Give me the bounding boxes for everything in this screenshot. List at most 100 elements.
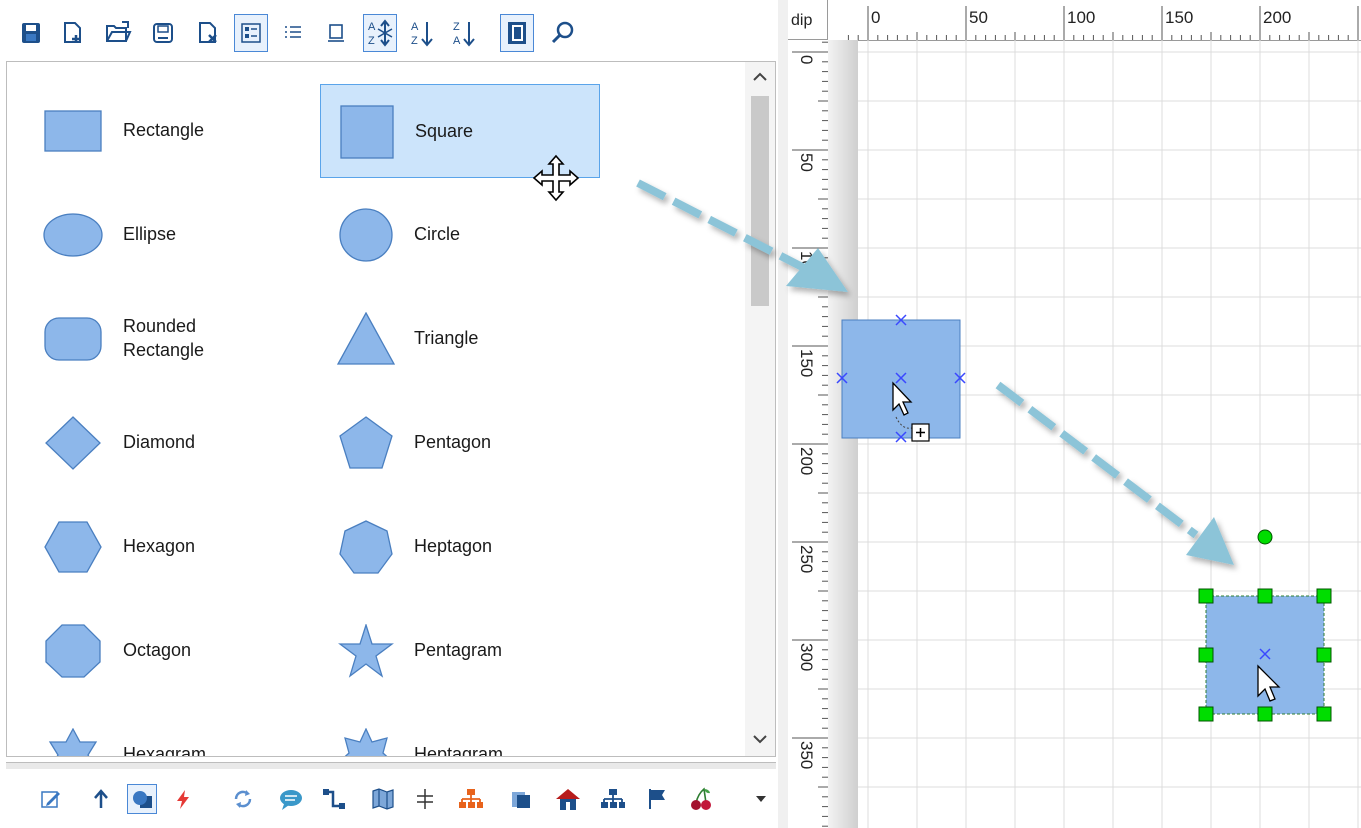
v-ruler-label: 250 bbox=[797, 545, 816, 574]
ruler-corner: dip bbox=[788, 0, 828, 40]
hierarchy-icon[interactable] bbox=[598, 784, 628, 814]
circle-shape-icon bbox=[334, 208, 394, 262]
v-ruler-label: 0 bbox=[797, 55, 816, 65]
rounded-rectangle-shape-icon bbox=[43, 312, 103, 366]
page-margin bbox=[828, 40, 858, 828]
panel-splitter[interactable] bbox=[778, 0, 788, 828]
v-ruler-label: 300 bbox=[797, 643, 816, 672]
svg-text:Z: Z bbox=[453, 21, 460, 33]
svg-text:Z: Z bbox=[411, 35, 418, 47]
vertical-ruler: 0 50 100 150 200 250 300 350 bbox=[788, 40, 829, 828]
lightning-icon[interactable] bbox=[168, 784, 198, 814]
icon-view-icon[interactable] bbox=[234, 14, 268, 52]
list-view-icon[interactable] bbox=[276, 14, 310, 52]
palette-frame: Rectangle Square Ellipse Circle Rounded Rect… bbox=[6, 61, 776, 757]
save-icon[interactable] bbox=[14, 14, 48, 52]
shape-item-triangle[interactable]: Triangle bbox=[320, 292, 600, 386]
shape-item-rectangle[interactable]: Rectangle bbox=[29, 84, 309, 178]
edit-icon[interactable] bbox=[36, 784, 66, 814]
shape-list: Rectangle Square Ellipse Circle Rounded Rect… bbox=[7, 62, 747, 756]
v-ruler-label: 150 bbox=[797, 349, 816, 378]
shape-item-pentagram[interactable]: Pentagram bbox=[320, 604, 600, 698]
scroll-thumb[interactable] bbox=[751, 96, 769, 306]
h-ruler-label: 100 bbox=[1067, 8, 1096, 27]
sort-ascending-icon[interactable]: AZ bbox=[405, 14, 439, 52]
pentagram-shape-icon bbox=[334, 622, 394, 678]
v-ruler-label: 100 bbox=[797, 251, 816, 280]
shapes-icon[interactable] bbox=[127, 784, 157, 814]
shape-label: Hexagram bbox=[123, 744, 207, 756]
single-view-icon[interactable] bbox=[319, 14, 353, 52]
h-ruler-label: 200 bbox=[1263, 8, 1292, 27]
search-icon[interactable] bbox=[546, 14, 580, 52]
shape-label: Ellipse bbox=[123, 224, 177, 244]
hexagon-shape-icon bbox=[43, 520, 103, 574]
open-folder-icon[interactable] bbox=[101, 14, 135, 52]
shape-label: Octagon bbox=[123, 640, 192, 660]
flag-icon[interactable] bbox=[642, 784, 672, 814]
shape-label: Diamond bbox=[123, 432, 196, 452]
horizontal-ruler: 0 50 100 150 200 bbox=[828, 0, 1361, 41]
scroll-down-icon[interactable] bbox=[751, 730, 769, 748]
panel-divider[interactable] bbox=[6, 762, 776, 769]
sort-az-toggle-icon[interactable]: AZ bbox=[363, 14, 397, 52]
house-icon[interactable] bbox=[553, 784, 583, 814]
refresh-icon[interactable] bbox=[228, 784, 258, 814]
book-icon[interactable] bbox=[500, 14, 534, 52]
shape-label: Heptagram bbox=[414, 744, 504, 756]
sort-descending-icon[interactable]: ZA bbox=[447, 14, 481, 52]
scroll-up-icon[interactable] bbox=[751, 68, 769, 86]
shape-palette-panel: AZAZZA Rectangle Square Ellipse Circle Round… bbox=[0, 0, 778, 828]
save-as-icon[interactable] bbox=[146, 14, 180, 52]
rectangle-shape-icon bbox=[43, 104, 103, 158]
svg-text:Z: Z bbox=[368, 35, 375, 47]
h-ruler-label: 0 bbox=[871, 8, 881, 27]
diamond-shape-icon bbox=[43, 416, 103, 470]
shape-label: Hexagon bbox=[123, 536, 196, 556]
cherry-icon[interactable] bbox=[686, 784, 716, 814]
shape-label: Heptagon bbox=[414, 536, 493, 556]
v-ruler-label: 350 bbox=[797, 741, 816, 770]
vertical-scrollbar[interactable] bbox=[745, 62, 775, 756]
shape-item-square[interactable]: Square bbox=[320, 84, 600, 202]
palette-toolbar: AZAZZA bbox=[0, 0, 778, 62]
hexagram-shape-icon bbox=[43, 727, 103, 756]
canvas-grid bbox=[858, 40, 1361, 828]
h-ruler-label: 50 bbox=[969, 8, 988, 27]
arrow-up-icon[interactable] bbox=[86, 784, 116, 814]
more-dropdown-icon[interactable] bbox=[746, 784, 776, 814]
ruler-unit-label: dip bbox=[791, 12, 813, 29]
svg-text:A: A bbox=[368, 21, 376, 33]
svg-text:A: A bbox=[453, 35, 461, 47]
shape-label: Rectangle bbox=[123, 120, 205, 140]
triangle-shape-icon bbox=[334, 311, 396, 366]
shape-item-heptagon[interactable]: Heptagon bbox=[320, 500, 600, 594]
split-icon[interactable] bbox=[410, 784, 440, 814]
shape-item-ellipse[interactable]: Ellipse bbox=[29, 188, 309, 282]
new-file-icon[interactable] bbox=[56, 14, 90, 52]
map-icon[interactable] bbox=[368, 784, 398, 814]
ellipse-shape-icon bbox=[43, 208, 103, 262]
shape-item-octagon[interactable]: Octagon bbox=[29, 604, 309, 698]
shape-item-hexagon[interactable]: Hexagon bbox=[29, 500, 309, 594]
heptagram-shape-icon bbox=[334, 727, 394, 756]
shape-item-hexagram[interactable]: Hexagram bbox=[29, 708, 309, 756]
shape-item-circle[interactable]: Circle bbox=[320, 188, 600, 282]
h-ruler-label: 150 bbox=[1165, 8, 1194, 27]
octagon-shape-icon bbox=[43, 624, 103, 678]
svg-text:A: A bbox=[411, 21, 419, 33]
v-ruler-label: 200 bbox=[797, 447, 816, 476]
org-chart-icon[interactable] bbox=[456, 784, 486, 814]
shape-label: Square bbox=[415, 121, 474, 141]
speech-bubble-icon[interactable] bbox=[276, 784, 306, 814]
shape-item-heptagram[interactable]: Heptagram bbox=[320, 708, 600, 756]
shape-item-rounded-rectangle[interactable]: Rounded Rectangle bbox=[29, 292, 309, 386]
diagram-canvas[interactable]: dip 0 50 100 150 200 0 50 100 150 200 250 300 350 bbox=[788, 0, 1361, 828]
pages-icon[interactable] bbox=[506, 784, 536, 814]
shape-item-pentagon[interactable]: Pentagon bbox=[320, 396, 600, 490]
close-file-icon[interactable] bbox=[191, 14, 225, 52]
pentagon-shape-icon bbox=[334, 416, 394, 470]
shape-item-diamond[interactable]: Diamond bbox=[29, 396, 309, 490]
connector-icon[interactable] bbox=[319, 784, 349, 814]
shape-label: Rounded Rectangle bbox=[123, 316, 205, 360]
